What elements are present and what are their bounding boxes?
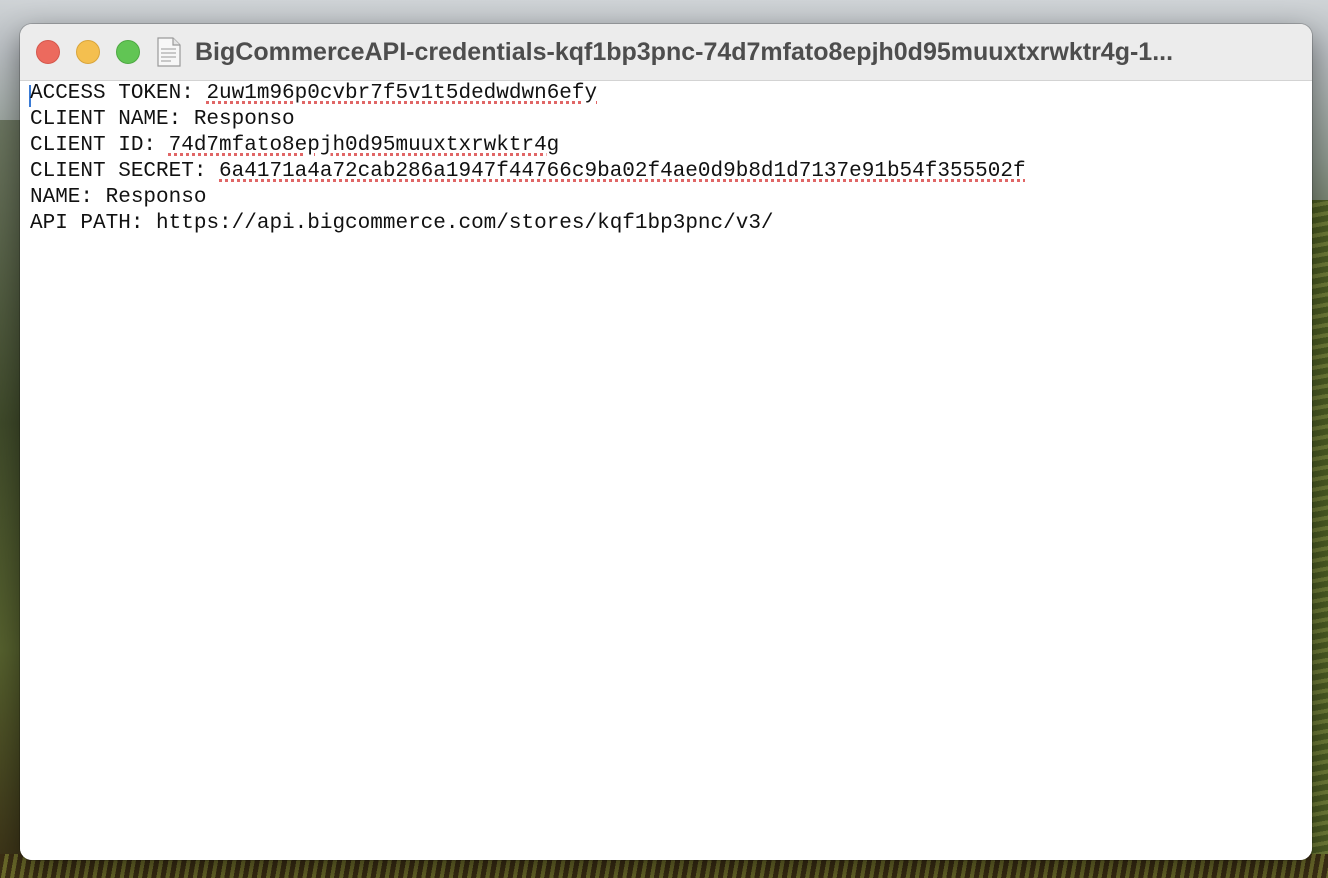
client-id-label: CLIENT ID: [30, 134, 169, 157]
text-line-client-id[interactable]: CLIENT ID: 74d7mfato8epjh0d95muuxtxrwktr… [30, 133, 559, 159]
text-editor-content[interactable]: ACCESS TOKEN: 2uw1m96p0cvbr7f5v1t5dedwdw… [20, 81, 1312, 860]
client-secret-value: 6a4171a4a72cab286a1947f44766c9ba02f4ae0d… [219, 160, 1026, 183]
client-secret-label: CLIENT SECRET: [30, 160, 220, 183]
text-editor-window: BigCommerceAPI-credentials-kqf1bp3pnc-74… [20, 24, 1312, 860]
client-name-value: Responso [193, 108, 295, 131]
title-bar[interactable]: BigCommerceAPI-credentials-kqf1bp3pnc-74… [20, 24, 1312, 81]
close-icon[interactable] [36, 40, 60, 64]
name-value: Responso [105, 186, 207, 209]
access-token-value: 2uw1m96p0cvbr7f5v1t5dedwdwn6efy [206, 82, 598, 105]
text-line-client-name[interactable]: CLIENT NAME: Responso [30, 107, 295, 133]
api-path-value: https://api.bigcommerce.com/stores/kqf1b… [156, 212, 774, 235]
client-name-label: CLIENT NAME: [30, 108, 194, 131]
client-id-value: 74d7mfato8epjh0d95muuxtxrwktr4g [168, 134, 560, 157]
window-title: BigCommerceAPI-credentials-kqf1bp3pnc-74… [195, 38, 1174, 66]
zoom-icon[interactable] [116, 40, 140, 64]
api-path-label: API PATH: [30, 212, 157, 235]
access-token-label: ACCESS TOKEN: [30, 82, 207, 105]
minimize-icon[interactable] [76, 40, 100, 64]
text-line-access-token[interactable]: ACCESS TOKEN: 2uw1m96p0cvbr7f5v1t5dedwdw… [30, 81, 597, 107]
text-line-api-path[interactable]: API PATH: https://api.bigcommerce.com/st… [30, 211, 774, 237]
text-line-name[interactable]: NAME: Responso [30, 185, 206, 211]
text-line-client-secret[interactable]: CLIENT SECRET: 6a4171a4a72cab286a1947f44… [30, 159, 1026, 185]
document-icon[interactable] [157, 37, 181, 67]
name-label: NAME: [30, 186, 106, 209]
